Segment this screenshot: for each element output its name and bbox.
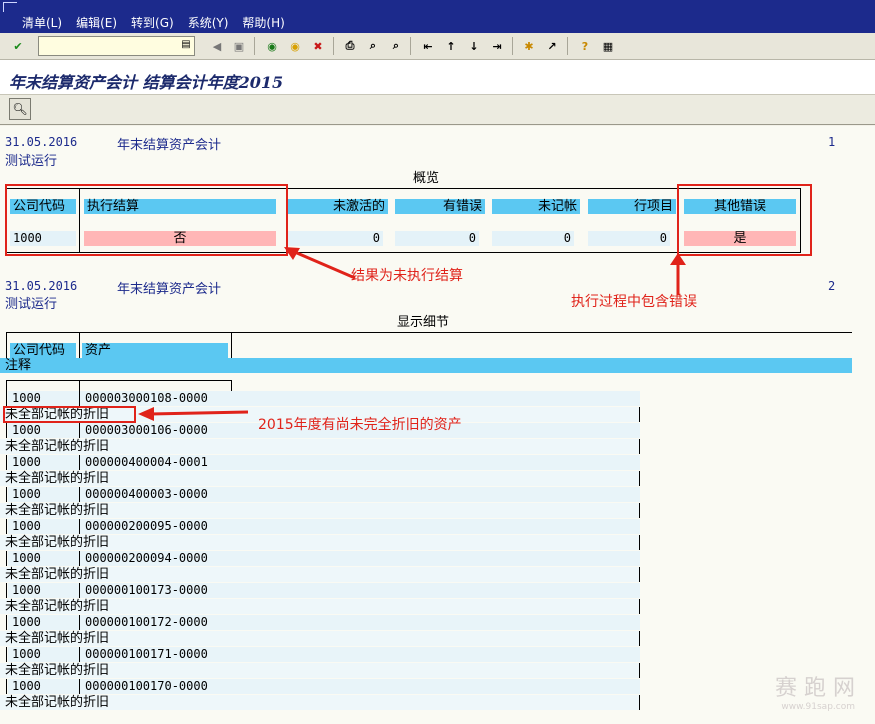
report-heading: 年末结算资产会计 — [117, 138, 222, 153]
page-title: 年末结算资产会计 结算会计年度2015 — [9, 73, 284, 92]
highlight-other-errors — [677, 184, 812, 256]
row-company-code: 1000 — [12, 679, 41, 693]
cell-unposted: 0 — [492, 231, 574, 246]
row-company-code: 1000 — [12, 647, 41, 661]
row-asset-number: 000000400003-0000 — [85, 487, 208, 501]
find-icon[interactable]: ⌕ — [364, 37, 382, 55]
report-list: 31.05.2016 年末结算资产会计 1 测试运行 概览 公司代码 执行结算 … — [0, 126, 875, 724]
help-icon[interactable]: ? — [576, 37, 594, 55]
back-icon[interactable]: ◉ — [263, 37, 281, 55]
layout-icon[interactable]: ▦ — [599, 37, 617, 55]
col-line-items: 行项目 — [588, 199, 676, 214]
col-notes: 注释 — [0, 358, 852, 373]
run-type: 测试运行 — [5, 154, 58, 169]
col-asset: 资产 — [82, 343, 228, 358]
watermark-url: www.91sap.com — [781, 702, 855, 712]
watermark-logo: 赛 跑 网 www.91sap.com — [775, 670, 855, 712]
row-note: 未全部记帐的折旧 — [5, 631, 110, 646]
annotation-contains-errors: 执行过程中包含错误 — [571, 294, 697, 310]
row-company-code: 1000 — [12, 487, 41, 501]
row-note: 未全部记帐的折旧 — [5, 503, 110, 518]
title-bar: 年末结算资产会计 结算会计年度2015 — [0, 60, 875, 95]
row-note: 未全部记帐的折旧 — [5, 599, 110, 614]
enter-icon[interactable]: ✔ — [9, 37, 27, 55]
row-asset-number: 000000400004-0001 — [85, 455, 208, 469]
menu-bar: 清单(L) 编辑(E) 转到(G) 系统(Y) 帮助(H) — [0, 0, 875, 33]
new-session-icon[interactable]: ✱ — [520, 37, 538, 55]
row-asset-number: 000000200094-0000 — [85, 551, 208, 565]
row-note: 未全部记帐的折旧 — [5, 535, 110, 550]
save-icon[interactable]: ▣ — [230, 37, 248, 55]
row-asset-number: 000003000106-0000 — [85, 423, 208, 437]
row-company-code: 1000 — [12, 583, 41, 597]
row-company-code: 1000 — [12, 423, 41, 437]
col-errors: 有错误 — [395, 199, 485, 214]
row-asset-number: 000000100172-0000 — [85, 615, 208, 629]
menu-item-0[interactable]: 清单(L) — [22, 14, 62, 31]
row-company-code: 1000 — [12, 391, 41, 405]
print-icon[interactable]: ⎙ — [341, 37, 359, 55]
last-page-icon[interactable]: ⇥ — [488, 37, 506, 55]
row-note: 未全部记帐的折旧 — [5, 567, 110, 582]
report-date-2: 31.05.2016 — [5, 279, 78, 293]
row-company-code: 1000 — [12, 551, 41, 565]
row-company-code: 1000 — [12, 615, 41, 629]
command-history-icon[interactable]: ▤ — [180, 39, 192, 53]
next-page-icon[interactable]: ↓ — [465, 37, 483, 55]
col-unposted: 未记帐 — [492, 199, 580, 214]
command-field[interactable]: ▤ — [38, 36, 195, 56]
arrow-undepreciated-icon — [138, 407, 249, 421]
highlight-company-executed — [5, 184, 288, 256]
report-heading-2: 年末结算资产会计 — [117, 282, 222, 297]
row-note: 未全部记帐的折旧 — [5, 439, 110, 454]
page-number-2: 2 — [828, 279, 836, 293]
row-note: 未全部记帐的折旧 — [5, 663, 110, 678]
run-type-2: 测试运行 — [5, 297, 58, 312]
row-note: 未全部记帐的折旧 — [5, 695, 110, 710]
menu-item-3[interactable]: 系统(Y) — [188, 14, 229, 31]
cell-errors: 0 — [395, 231, 479, 246]
annotation-undepreciated: 2015年度有尚未完全折旧的资产 — [258, 417, 462, 433]
watermark-text: 赛 跑 网 — [775, 676, 855, 701]
col-company-code-2: 公司代码 — [10, 343, 76, 358]
shortcut-icon[interactable]: ↗ — [543, 37, 561, 55]
annotation-not-executed: 结果为未执行结算 — [351, 268, 463, 284]
window-menu-icon[interactable] — [3, 2, 17, 12]
menu-item-4[interactable]: 帮助(H) — [242, 14, 284, 31]
system-toolbar: ✔ ▤ ◀ ▣ ◉ ◉ ✖ ⎙ ⌕ ⌕ ⇤ ↑ ↓ ⇥ ✱ ↗ ? ▦ — [0, 33, 875, 60]
row-asset-number: 000000100170-0000 — [85, 679, 208, 693]
find-next-icon[interactable]: ⌕ — [387, 37, 405, 55]
application-toolbar: 🔍︎ — [0, 95, 875, 125]
row-asset-number: 000000100173-0000 — [85, 583, 208, 597]
cell-line-items: 0 — [588, 231, 670, 246]
menu-item-1[interactable]: 编辑(E) — [76, 14, 117, 31]
prev-page-icon[interactable]: ↑ — [442, 37, 460, 55]
row-asset-number: 000000100171-0000 — [85, 647, 208, 661]
exit-icon[interactable]: ◉ — [286, 37, 304, 55]
col-inactive: 未激活的 — [288, 199, 388, 214]
menu-items: 清单(L) 编辑(E) 转到(G) 系统(Y) 帮助(H) — [22, 14, 285, 31]
row-note: 未全部记帐的折旧 — [5, 471, 110, 486]
report-date: 31.05.2016 — [5, 135, 78, 149]
menu-item-2[interactable]: 转到(G) — [131, 14, 174, 31]
arrow-not-executed-icon — [284, 247, 356, 280]
cancel-icon[interactable]: ✖ — [309, 37, 327, 55]
first-page-icon[interactable]: ⇤ — [419, 37, 437, 55]
command-input[interactable] — [39, 37, 177, 55]
page-number: 1 — [828, 135, 836, 149]
highlight-first-note — [3, 406, 136, 423]
back-arrow-icon[interactable]: ◀ — [208, 37, 226, 55]
section-title: 概览 — [413, 171, 440, 186]
section-title-2: 显示细节 — [397, 315, 450, 330]
detail-search-icon[interactable]: 🔍︎ — [9, 98, 31, 120]
row-company-code: 1000 — [12, 455, 41, 469]
row-asset-number: 000000200095-0000 — [85, 519, 208, 533]
row-company-code: 1000 — [12, 519, 41, 533]
